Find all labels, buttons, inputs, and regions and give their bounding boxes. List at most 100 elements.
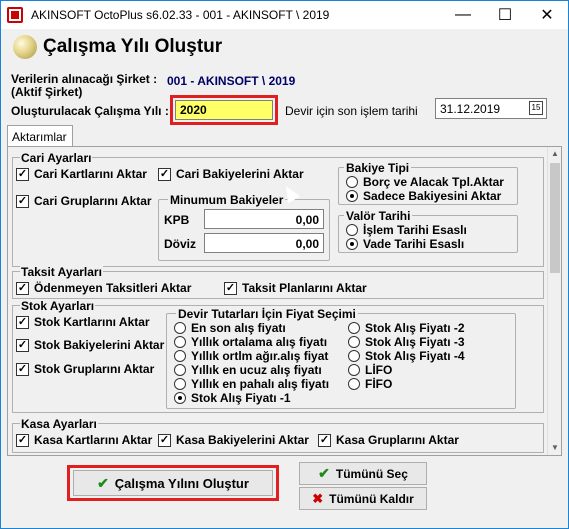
valor-title: Valör Tarihi (344, 209, 413, 223)
remove-all-button[interactable]: ✖ Tümünü Kaldır (299, 487, 427, 510)
valor-option-1-label: İşlem Tarihi Esaslı (363, 223, 467, 237)
select-all-label: Tümünü Seç (335, 466, 408, 481)
calendar-icon[interactable]: 15 (529, 101, 543, 115)
fiyat-option-label: Stok Alış Fiyatı -2 (365, 321, 465, 335)
vertical-scrollbar[interactable]: ▲ ▼ (547, 147, 561, 455)
stok-kart-label: Stok Kartlarını Aktar (34, 315, 150, 329)
fiyat-option-fifo[interactable]: FİFO (348, 377, 392, 391)
remove-all-label: Tümünü Kaldır (329, 491, 414, 506)
fiyat-secimi-title: Devir Tutarları İçin Fiyat Seçimi (176, 307, 358, 321)
kpb-input[interactable]: 0,00 (204, 209, 324, 229)
page-title: Çalışma Yılı Oluştur (43, 36, 223, 57)
checkmark-icon: ✓ (158, 167, 171, 181)
close-button[interactable]: ✕ (526, 1, 568, 29)
stok-grup-checkbox[interactable]: ✓ Stok Gruplarını Aktar (16, 362, 154, 376)
cari-bakiye-checkbox[interactable]: ✓ Cari Bakiyelerini Aktar (158, 167, 304, 181)
fiyat-option-yillik-ortalama[interactable]: Yıllık ortalama alış fiyatı (174, 335, 327, 349)
radio-off-icon (174, 364, 186, 376)
fiyat-option-stok-alis-3[interactable]: Stok Alış Fiyatı -3 (348, 335, 465, 349)
scrollbar-thumb[interactable] (550, 163, 560, 273)
cari-kart-label: Cari Kartlarını Aktar (34, 167, 147, 181)
fiyat-option-yillik-agir[interactable]: Yıllık ortlm ağır.alış fiyat (174, 349, 328, 363)
select-all-button[interactable]: ✔ Tümünü Seç (299, 462, 427, 485)
date-value: 31.12.2019 (440, 102, 501, 116)
radio-off-icon (174, 336, 186, 348)
checkmark-icon: ✓ (224, 281, 237, 295)
tab-aktarimlar[interactable]: Aktarımlar (7, 125, 73, 147)
fiyat-option-yillik-ucuz[interactable]: Yıllık en ucuz alış fiyatı (174, 363, 322, 377)
radio-off-icon (348, 378, 360, 390)
form-header: Çalışma Yılı Oluştur (1, 29, 568, 65)
window-controls: — ☐ ✕ (442, 1, 568, 29)
title-bar: AKINSOFT OctoPlus s6.02.33 - 001 - AKINS… (1, 1, 568, 29)
date-label: Devir için son işlem tarihi (285, 104, 418, 118)
bakiye-tipi-option-2[interactable]: Sadece Bakiyesini Aktar (346, 189, 501, 203)
fiyat-option-label: FİFO (365, 377, 393, 391)
fiyat-option-label: Stok Alış Fiyatı -3 (365, 335, 465, 349)
radio-off-icon (348, 350, 360, 362)
minimize-button[interactable]: — (442, 1, 484, 29)
fiyat-option-label: LİFO (365, 363, 393, 377)
stok-section-title: Stok Ayarları (20, 299, 96, 313)
fiyat-option-label: Yıllık en ucuz alış fiyatı (191, 363, 322, 377)
radio-off-icon (346, 176, 358, 188)
radio-off-icon (346, 224, 358, 236)
radio-off-icon (348, 322, 360, 334)
checkmark-icon: ✓ (318, 433, 331, 447)
sphere-icon (13, 35, 37, 59)
window-title: AKINSOFT OctoPlus s6.02.33 - 001 - AKINS… (31, 8, 330, 22)
year-highlight-frame (170, 95, 278, 125)
radio-off-icon (174, 322, 186, 334)
fiyat-option-en-son[interactable]: En son alış fiyatı (174, 321, 286, 335)
fiyat-option-label: Stok Alış Fiyatı -1 (191, 391, 291, 405)
taksit-plan-checkbox[interactable]: ✓ Taksit Planlarını Aktar (224, 281, 367, 295)
fiyat-option-yillik-pahali[interactable]: Yıllık en pahalı alış fiyatı (174, 377, 329, 391)
scroll-down-arrow-icon[interactable]: ▼ (548, 441, 561, 455)
kasa-grup-label: Kasa Gruplarını Aktar (336, 433, 459, 447)
fiyat-option-label: En son alış fiyatı (191, 321, 286, 335)
min-bakiye-title: Minumum Bakiyeler (168, 193, 286, 207)
fiyat-option-stok-alis-4[interactable]: Stok Alış Fiyatı -4 (348, 349, 465, 363)
settings-scroll-area: Cari Ayarları ✓ Cari Kartlarını Aktar ✓ … (8, 147, 548, 455)
taksit-odenmeyen-checkbox[interactable]: ✓ Ödenmeyen Taksitleri Aktar (16, 281, 191, 295)
kasa-grup-checkbox[interactable]: ✓ Kasa Gruplarını Aktar (318, 433, 459, 447)
cari-bakiye-label: Cari Bakiyelerini Aktar (176, 167, 304, 181)
valor-option-2-label: Vade Tarihi Esaslı (363, 237, 465, 251)
doviz-input[interactable]: 0,00 (204, 233, 324, 253)
bakiye-tipi-option-1[interactable]: Borç ve Alacak Tpl.Aktar (346, 175, 504, 189)
scroll-up-arrow-icon[interactable]: ▲ (548, 147, 561, 161)
checkmark-icon: ✓ (16, 315, 29, 329)
cari-grup-checkbox[interactable]: ✓ Cari Gruplarını Aktar (16, 194, 152, 208)
kpb-label: KPB (164, 213, 190, 227)
fiyat-option-label: Yıllık ortlm ağır.alış fiyat (191, 349, 329, 363)
valor-option-1[interactable]: İşlem Tarihi Esaslı (346, 223, 467, 237)
radio-off-icon (348, 364, 360, 376)
fiyat-option-stok-alis-2[interactable]: Stok Alış Fiyatı -2 (348, 321, 465, 335)
cari-kart-checkbox[interactable]: ✓ Cari Kartlarını Aktar (16, 167, 147, 181)
kasa-section-title: Kasa Ayarları (20, 417, 98, 431)
fiyat-option-lifo[interactable]: LİFO (348, 363, 392, 377)
taksit-odenmeyen-label: Ödenmeyen Taksitleri Aktar (34, 281, 192, 295)
taksit-section-title: Taksit Ayarları (20, 265, 103, 279)
stok-kart-checkbox[interactable]: ✓ Stok Kartlarını Aktar (16, 315, 150, 329)
stok-bakiye-checkbox[interactable]: ✓ Stok Bakiyelerini Aktar (16, 338, 164, 352)
company-label: Verilerin alınacağı Şirket : (11, 72, 158, 86)
maximize-button[interactable]: ☐ (484, 1, 526, 29)
kasa-kart-checkbox[interactable]: ✓ Kasa Kartlarını Aktar (16, 433, 152, 447)
radio-off-icon (174, 350, 186, 362)
bakiye-tipi-title: Bakiye Tipi (344, 161, 412, 175)
fiyat-option-stok-alis-1[interactable]: Stok Alış Fiyatı -1 (174, 391, 291, 405)
radio-off-icon (348, 336, 360, 348)
create-highlight-frame (67, 465, 279, 501)
fiyat-option-label: Stok Alış Fiyatı -4 (365, 349, 465, 363)
fiyat-option-label: Yıllık ortalama alış fiyatı (191, 335, 328, 349)
checkmark-icon: ✓ (16, 281, 29, 295)
company-sublabel: (Aktif Şirket) (11, 85, 83, 99)
kasa-bakiye-checkbox[interactable]: ✓ Kasa Bakiyelerini Aktar (158, 433, 309, 447)
stok-bakiye-label: Stok Bakiyelerini Aktar (34, 338, 165, 352)
checkmark-icon: ✓ (16, 194, 29, 208)
date-input[interactable]: 31.12.2019 15 (435, 98, 547, 119)
kasa-bakiye-label: Kasa Bakiyelerini Aktar (176, 433, 309, 447)
checkmark-icon: ✓ (16, 362, 29, 376)
valor-option-2[interactable]: Vade Tarihi Esaslı (346, 237, 464, 251)
